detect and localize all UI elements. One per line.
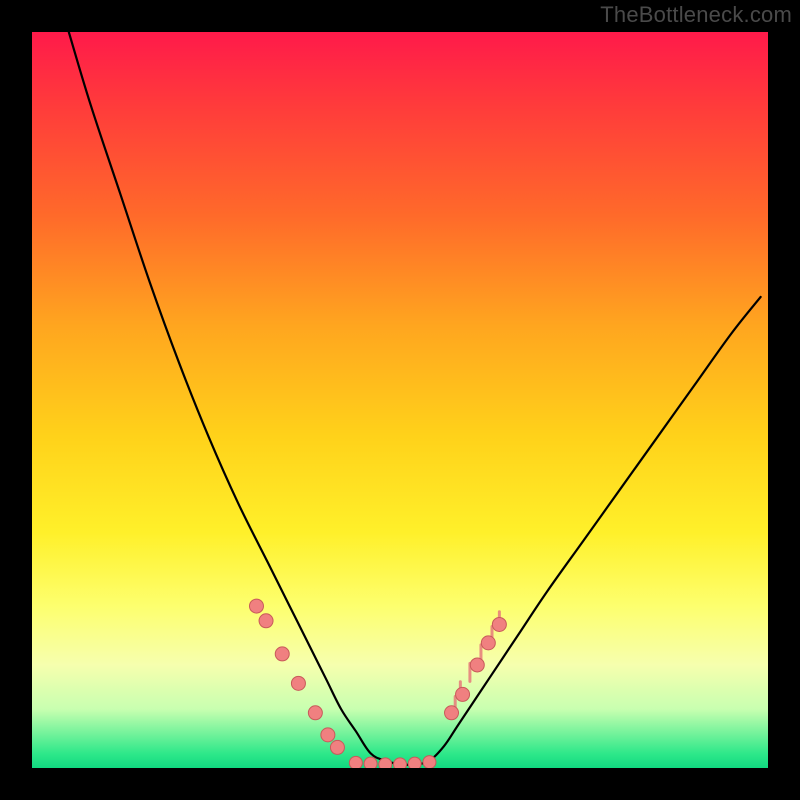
data-dot xyxy=(470,658,484,672)
chart-svg xyxy=(32,32,768,768)
data-dot xyxy=(445,706,459,720)
watermark-text: TheBottleneck.com xyxy=(600,2,792,28)
data-dot xyxy=(364,757,377,768)
chart-frame: TheBottleneck.com xyxy=(0,0,800,800)
data-dot xyxy=(330,740,344,754)
data-dots xyxy=(249,599,506,768)
data-dot xyxy=(423,756,436,768)
data-dot xyxy=(456,687,470,701)
data-dot xyxy=(408,757,421,768)
data-dot xyxy=(275,647,289,661)
data-dot xyxy=(308,706,322,720)
data-dot xyxy=(379,758,392,768)
data-dot xyxy=(321,728,335,742)
data-dot xyxy=(259,614,273,628)
data-dot xyxy=(481,636,495,650)
data-dot xyxy=(394,758,407,768)
plot-area xyxy=(32,32,768,768)
data-dot xyxy=(492,617,506,631)
bottleneck-curve xyxy=(69,32,761,765)
data-dot xyxy=(291,676,305,690)
data-dot xyxy=(249,599,263,613)
data-dot xyxy=(349,756,362,768)
